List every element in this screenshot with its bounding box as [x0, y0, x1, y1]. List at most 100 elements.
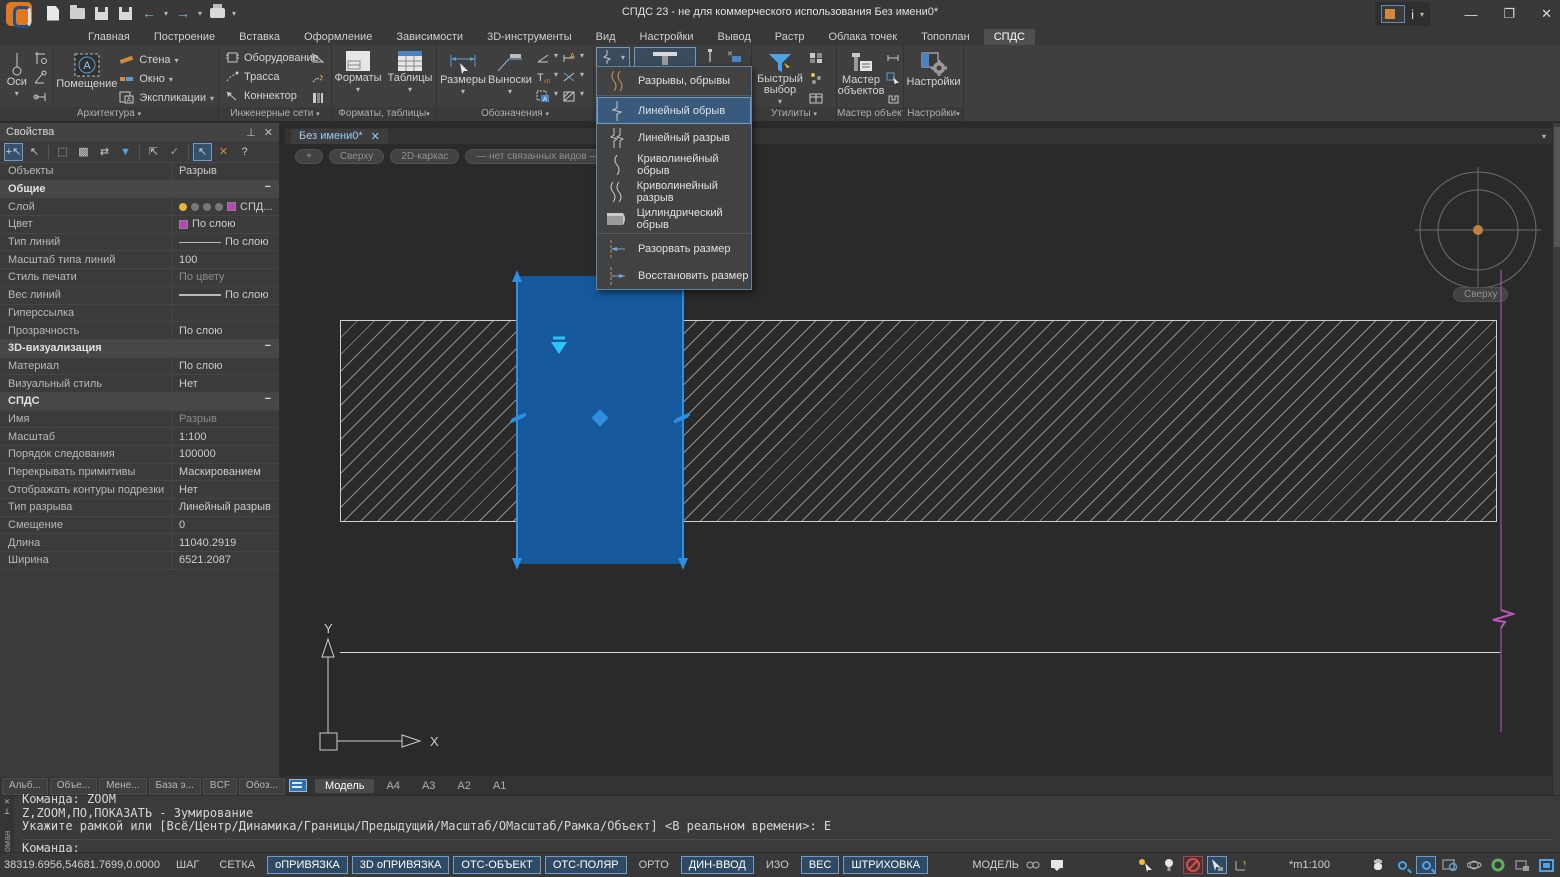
explication-dropdown-icon[interactable]: [210, 92, 214, 104]
undo-icon[interactable]: ←: [140, 4, 158, 22]
prop-value-length[interactable]: 11040.2919: [173, 534, 279, 551]
symbols-expand-icon[interactable]: [545, 108, 549, 119]
select-cursor-icon[interactable]: ↖: [25, 143, 44, 161]
section-spds[interactable]: СПДС: [0, 393, 279, 411]
toggle-iso[interactable]: ИЗО: [758, 856, 797, 874]
axes-button[interactable]: Оси: [4, 47, 30, 107]
deselect-icon[interactable]: ✕: [214, 143, 233, 161]
axis-offset-icon[interactable]: [30, 88, 50, 106]
redo-icon[interactable]: →: [174, 4, 192, 22]
regen-icon[interactable]: [1488, 856, 1508, 874]
text-sp-icon[interactable]: Tсп: [533, 68, 553, 86]
sheet-tab-a2[interactable]: A2: [447, 779, 480, 793]
utils-expand-icon[interactable]: [813, 108, 817, 119]
settings-expand-icon[interactable]: [956, 108, 960, 119]
menu-item-curved-cutoff[interactable]: Криволинейный обрыв: [597, 151, 751, 178]
zoom-window-icon[interactable]: [1416, 856, 1436, 874]
formats-dropdown-icon[interactable]: [356, 84, 360, 95]
bulb-icon[interactable]: [1159, 856, 1179, 874]
restore-button[interactable]: ❐: [1503, 6, 1515, 22]
cycling-off-icon[interactable]: [1183, 856, 1203, 874]
close-button[interactable]: ✕: [1541, 6, 1552, 22]
tab-oblaka-tochek[interactable]: Облака точек: [819, 29, 908, 45]
weld-note-icon[interactable]: ✕: [724, 47, 744, 65]
qat-customize-icon[interactable]: [232, 7, 236, 19]
leaders-button[interactable]: Выноски: [487, 47, 533, 107]
view-direction-button[interactable]: Сверху: [329, 149, 384, 164]
sheet-tab-a1[interactable]: A1: [483, 779, 516, 793]
dimensions-button[interactable]: Размеры: [439, 47, 487, 107]
save-icon[interactable]: [92, 4, 110, 22]
network-bolt-icon[interactable]: [308, 69, 328, 87]
toggle-ortho[interactable]: ОРТО: [631, 856, 677, 874]
group-objects-icon[interactable]: [806, 49, 826, 67]
new-file-icon[interactable]: [44, 4, 62, 22]
tab-spds[interactable]: СПДС: [984, 29, 1035, 45]
magenta-break-line[interactable]: [1489, 270, 1515, 732]
tab-topoplan[interactable]: Топоплан: [911, 29, 980, 45]
prop-value-width[interactable]: 6521.2087: [173, 552, 279, 569]
filter-icon[interactable]: ▼: [116, 143, 135, 161]
lock-ui-icon[interactable]: [1512, 856, 1532, 874]
zoom-rect-icon[interactable]: [1440, 856, 1460, 874]
hatch-mark-icon[interactable]: [559, 87, 579, 105]
break-tool-icon[interactable]: [597, 48, 617, 66]
toggle-otrack-polar[interactable]: ОТС-ПОЛЯР: [545, 856, 627, 874]
columns-icon[interactable]: [308, 89, 328, 107]
break-tool-dropdown-icon[interactable]: [617, 48, 629, 66]
viewport-add-button[interactable]: +: [295, 149, 323, 164]
annotation-scale-label[interactable]: *m1:100: [1289, 859, 1330, 871]
tab-oformlenie[interactable]: Оформление: [294, 29, 382, 45]
leaders-dropdown-icon[interactable]: [508, 86, 512, 97]
prop-value-layer[interactable]: СПД...: [173, 198, 279, 215]
fullscreen-icon[interactable]: [1536, 856, 1556, 874]
profile-icon[interactable]: [883, 89, 903, 107]
toggle-3d-osnap[interactable]: 3D оПРИВЯЗКА: [352, 856, 450, 874]
layout-manager-icon[interactable]: [289, 779, 307, 792]
layer-freeze-icon[interactable]: [191, 203, 199, 211]
tables-button[interactable]: Таблицы: [387, 45, 433, 105]
info-dropdown-icon[interactable]: [1420, 8, 1424, 20]
command-window[interactable]: ✕ ⊥ Коман Команда: ZOOM Z,ZOOM,ПО,ПОКАЗА…: [0, 795, 1560, 852]
level-mark-dropdown-icon[interactable]: [580, 49, 584, 67]
hatch-mark-dropdown-icon[interactable]: [580, 87, 584, 105]
tab-vyvod[interactable]: Вывод: [707, 29, 760, 45]
prop-value-transparency[interactable]: По слою: [173, 322, 279, 339]
quick-select-dropdown-icon[interactable]: [778, 96, 782, 107]
select-append-icon[interactable]: +↖: [4, 143, 23, 161]
dim-style-icon[interactable]: [883, 49, 903, 67]
command-pin-icon[interactable]: ⊥: [4, 807, 9, 817]
prop-value-scale[interactable]: 1:100: [173, 428, 279, 445]
zoom-icon[interactable]: [1392, 856, 1412, 874]
prop-value-visualstyle[interactable]: Нет: [173, 375, 279, 392]
angle-axes-icon[interactable]: [30, 69, 50, 87]
prop-value-ltscale[interactable]: 100: [173, 251, 279, 268]
wall-button[interactable]: Стена: [117, 50, 216, 69]
prop-value-breaktype[interactable]: Линейный разрыв: [173, 499, 279, 516]
window-dropdown-icon[interactable]: [169, 73, 173, 85]
drawing-canvas[interactable]: Без имени0*✕ + Сверху 2D-каркас — нет св…: [285, 123, 1552, 795]
window-button[interactable]: Окно: [117, 69, 216, 88]
prop-value-color[interactable]: По слою: [173, 216, 279, 233]
window-preview-icon[interactable]: [1381, 5, 1405, 23]
table-insert-icon[interactable]: [806, 89, 826, 107]
level-mark-icon[interactable]: A: [559, 49, 579, 67]
tab-3d-instrumenty[interactable]: 3D-инструменты: [477, 29, 582, 45]
collapse-icon[interactable]: [265, 393, 271, 410]
document-tab[interactable]: Без имени0*✕: [291, 129, 388, 144]
toggle-lineweight[interactable]: ВЕС: [801, 856, 840, 874]
redo-dropdown-icon[interactable]: [198, 7, 202, 19]
room-button[interactable]: A Помещение: [56, 47, 117, 107]
toggle-osnap[interactable]: оПРИВЯЗКА: [267, 856, 348, 874]
tab-postroenie[interactable]: Построение: [144, 29, 225, 45]
view-compass[interactable]: [1413, 165, 1543, 295]
architecture-expand-icon[interactable]: [138, 108, 142, 119]
menu-item-linear-break[interactable]: Линейный разрыв: [597, 124, 751, 151]
selected-linear-break[interactable]: [510, 270, 690, 570]
tables-dropdown-icon[interactable]: [408, 84, 412, 95]
tab-glavnaya[interactable]: Главная: [78, 29, 140, 45]
tab-rastr[interactable]: Растр: [765, 29, 815, 45]
undo-dropdown-icon[interactable]: [164, 7, 168, 19]
networks-expand-icon[interactable]: [316, 108, 320, 119]
command-close-icon[interactable]: ✕: [4, 797, 9, 807]
